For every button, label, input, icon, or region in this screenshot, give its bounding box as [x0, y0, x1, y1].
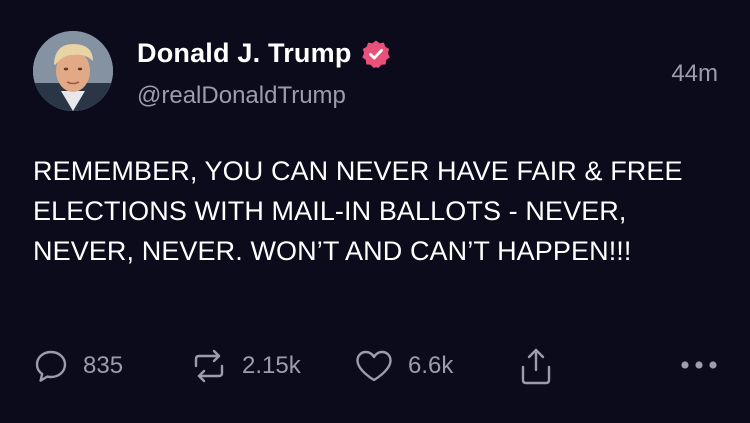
author-row: Donald J. Trump [137, 38, 391, 69]
more-options-button[interactable] [679, 358, 719, 376]
author-handle[interactable]: @realDonaldTrump [137, 82, 346, 110]
timestamp[interactable]: 44m [671, 60, 718, 88]
verified-badge-icon [361, 40, 390, 68]
avatar[interactable] [33, 31, 113, 111]
retweet-button[interactable]: 2.15k [190, 348, 301, 384]
share-button[interactable] [518, 346, 554, 386]
action-bar: 835 2.15k 6.6k [0, 346, 750, 390]
speech-bubble-icon [35, 350, 67, 382]
tweet-text: REMEMBER, YOU CAN NEVER HAVE FAIR & FREE… [33, 156, 683, 266]
author-name[interactable]: Donald J. Trump [137, 38, 352, 69]
like-button[interactable]: 6.6k [354, 348, 453, 384]
reply-button[interactable]: 835 [33, 348, 123, 384]
heart-icon [356, 350, 392, 382]
retweet-count: 2.15k [242, 352, 301, 379]
reply-count: 835 [83, 352, 124, 379]
ellipsis-icon [681, 361, 717, 369]
like-count: 6.6k [408, 352, 454, 379]
share-upload-icon [521, 348, 551, 385]
retweet-arrows-icon [194, 349, 224, 383]
